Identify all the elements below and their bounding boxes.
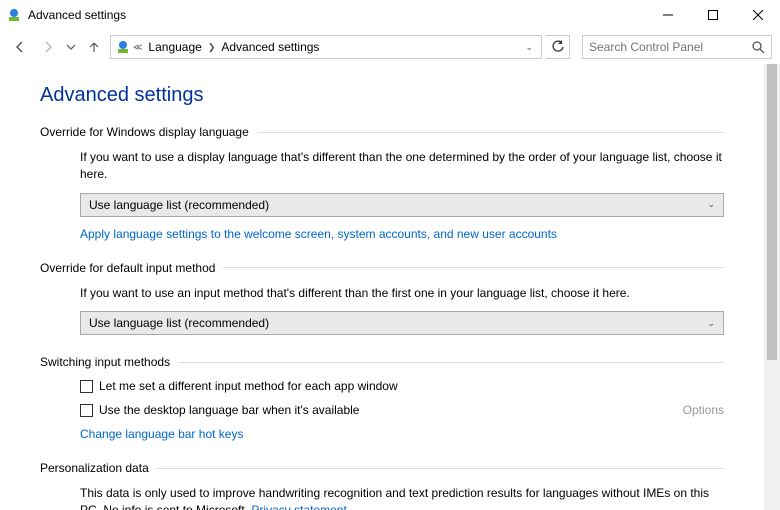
section-rule bbox=[257, 132, 724, 133]
desktop-language-bar-checkbox[interactable] bbox=[80, 404, 93, 417]
breadcrumb-advanced-settings[interactable]: Advanced settings bbox=[217, 40, 323, 54]
section-rule bbox=[178, 362, 724, 363]
control-panel-icon bbox=[6, 7, 22, 23]
address-dropdown-icon[interactable]: ⌄ bbox=[521, 42, 537, 53]
address-icon bbox=[115, 39, 131, 55]
content-area: Advanced settings Override for Windows d… bbox=[0, 64, 764, 510]
dropdown-value: Use language list (recommended) bbox=[89, 198, 269, 212]
section-header-switching: Switching input methods bbox=[40, 355, 724, 369]
breadcrumb-sep-icon: ≪ bbox=[131, 42, 144, 53]
maximize-button[interactable] bbox=[690, 0, 735, 30]
window-title: Advanced settings bbox=[28, 8, 645, 22]
section-label: Override for default input method bbox=[40, 261, 223, 275]
forward-button[interactable] bbox=[36, 35, 60, 59]
vertical-scrollbar[interactable] bbox=[764, 64, 780, 510]
chevron-down-icon: ⌄ bbox=[707, 318, 715, 329]
change-hotkeys-link[interactable]: Change language bar hot keys bbox=[80, 427, 243, 441]
nav-row: ≪ Language ❯ Advanced settings ⌄ bbox=[0, 30, 780, 64]
personalization-description: This data is only used to improve handwr… bbox=[80, 485, 724, 510]
section-label: Switching input methods bbox=[40, 355, 178, 369]
titlebar: Advanced settings bbox=[0, 0, 780, 30]
input-method-dropdown[interactable]: Use language list (recommended) ⌄ bbox=[80, 311, 724, 335]
recent-locations-button[interactable] bbox=[64, 35, 78, 59]
chevron-down-icon: ⌄ bbox=[707, 199, 715, 210]
section-rule bbox=[223, 267, 724, 268]
options-link[interactable]: Options bbox=[683, 403, 724, 417]
address-bar[interactable]: ≪ Language ❯ Advanced settings ⌄ bbox=[110, 35, 542, 59]
personalization-text: This data is only used to improve handwr… bbox=[80, 486, 709, 510]
section-label: Personalization data bbox=[40, 461, 157, 475]
page-title: Advanced settings bbox=[40, 84, 724, 107]
desktop-language-bar-label: Use the desktop language bar when it's a… bbox=[99, 403, 359, 417]
chevron-right-icon: ❯ bbox=[206, 42, 218, 53]
per-app-input-checkbox[interactable] bbox=[80, 380, 93, 393]
back-button[interactable] bbox=[8, 35, 32, 59]
display-language-description: If you want to use a display language th… bbox=[80, 149, 724, 183]
section-label: Override for Windows display language bbox=[40, 125, 257, 139]
section-header-display-language: Override for Windows display language bbox=[40, 125, 724, 139]
search-box[interactable] bbox=[582, 35, 772, 59]
window-controls bbox=[645, 0, 780, 30]
refresh-button[interactable] bbox=[546, 35, 570, 59]
up-button[interactable] bbox=[82, 35, 106, 59]
section-header-personalization: Personalization data bbox=[40, 461, 724, 475]
per-app-input-label: Let me set a different input method for … bbox=[99, 379, 398, 393]
section-header-input-method: Override for default input method bbox=[40, 261, 724, 275]
breadcrumb-language[interactable]: Language bbox=[144, 40, 205, 54]
dropdown-value: Use language list (recommended) bbox=[89, 316, 269, 330]
display-language-dropdown[interactable]: Use language list (recommended) ⌄ bbox=[80, 193, 724, 217]
search-icon[interactable] bbox=[751, 40, 765, 54]
search-input[interactable] bbox=[589, 40, 751, 54]
close-button[interactable] bbox=[735, 0, 780, 30]
privacy-statement-link[interactable]: Privacy statement bbox=[251, 503, 346, 510]
minimize-button[interactable] bbox=[645, 0, 690, 30]
apply-language-settings-link[interactable]: Apply language settings to the welcome s… bbox=[80, 227, 557, 241]
section-rule bbox=[157, 468, 724, 469]
input-method-description: If you want to use an input method that'… bbox=[80, 285, 724, 302]
